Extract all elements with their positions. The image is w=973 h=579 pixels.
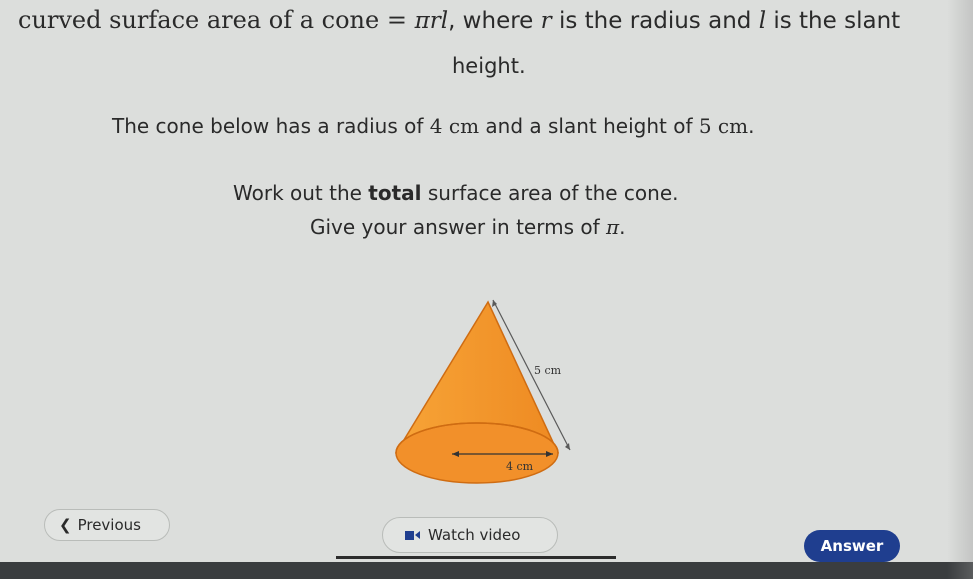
variable-l: l [758, 8, 767, 34]
formula-text-radius: is the radius and [551, 8, 759, 34]
edge-shadow [947, 0, 973, 579]
slant-label: 5 cm [534, 364, 562, 377]
task-text: Work out the total surface area of the c… [233, 181, 679, 205]
formula-equals: = [379, 6, 415, 34]
formula-text-where: , where [448, 8, 541, 34]
answer-label: Answer [820, 537, 884, 555]
cone-dimensions-text: The cone below has a radius of 4 cm and … [112, 114, 754, 138]
formula-line-2: height. [452, 54, 526, 78]
format-text-end: . [619, 215, 626, 239]
dimensions-text-a: The cone below has a radius of [112, 114, 430, 138]
bottom-bar [0, 562, 973, 579]
answer-format-text: Give your answer in terms of π. [310, 215, 626, 239]
task-text-a: Work out the [233, 181, 369, 205]
cone-diagram: 5 cm 4 cm [394, 299, 571, 484]
formula-line: curved surface area of a cone = πrl, whe… [18, 6, 900, 34]
task-text-b: surface area of the cone. [421, 181, 679, 205]
formula-text-slant: is the slant [766, 8, 901, 34]
variable-r: r [540, 8, 552, 34]
format-text-a: Give your answer in terms of [310, 215, 606, 239]
video-underline [336, 556, 616, 559]
video-camera-icon [405, 530, 420, 540]
question-panel: curved surface area of a cone = πrl, whe… [0, 0, 973, 579]
formula-term: curved surface area of a cone [18, 6, 380, 34]
dimensions-text-end: . [748, 114, 755, 138]
task-emphasis: total [368, 181, 422, 205]
previous-button[interactable]: ❮ Previous [44, 509, 170, 541]
watch-video-button[interactable]: Watch video [382, 517, 558, 553]
chevron-left-icon: ❮ [59, 516, 72, 534]
radius-label: 4 cm [506, 460, 534, 473]
previous-label: Previous [77, 516, 141, 534]
answer-button[interactable]: Answer [804, 530, 900, 562]
watch-video-label: Watch video [428, 526, 521, 544]
dimensions-text-b: and a slant height of [479, 114, 699, 138]
radius-value: 4 cm [429, 114, 480, 138]
slant-value: 5 cm [698, 114, 749, 138]
formula-expression: πrl [414, 8, 449, 34]
pi-symbol: π [605, 215, 620, 239]
